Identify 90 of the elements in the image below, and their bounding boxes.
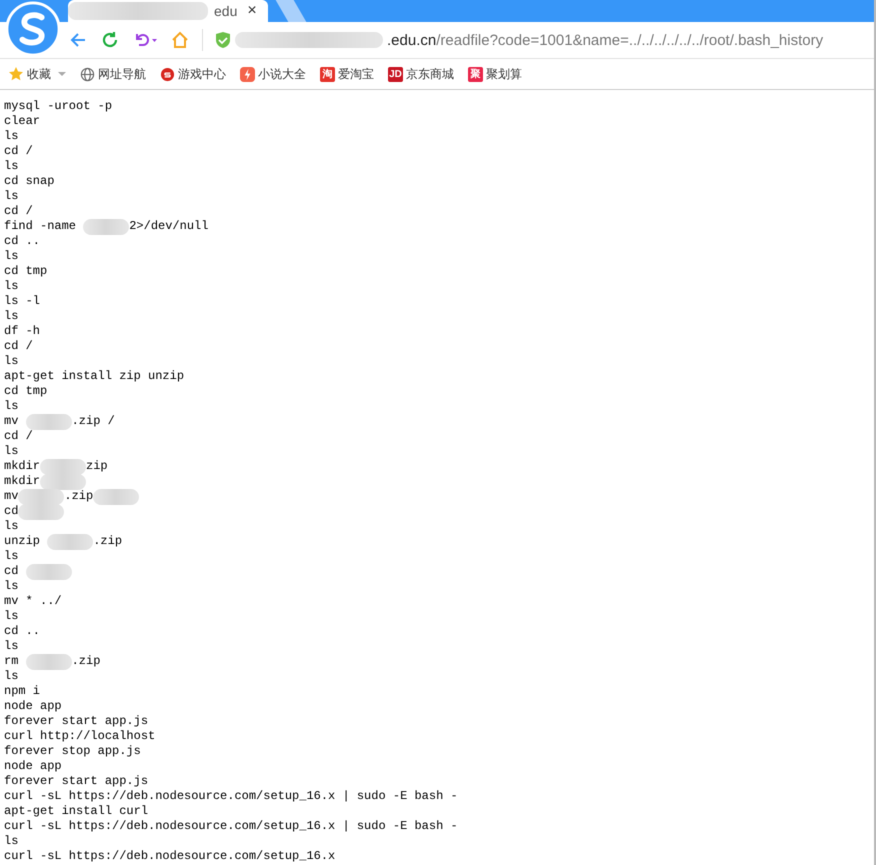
caret-icon[interactable] — [58, 71, 66, 77]
command-text: forever start app.js — [4, 714, 148, 729]
command-text: ls — [4, 189, 18, 204]
command-text: mv — [4, 414, 20, 429]
command-text: ls — [4, 669, 18, 684]
command-text: cd snap — [4, 174, 54, 189]
command-text: .zip — [64, 489, 94, 504]
command-text: df -h — [4, 324, 40, 339]
command-text: ls — [4, 354, 18, 369]
command-text: curl -sL https://deb.nodesource.com/setup_16.x | sudo -E bash - — [4, 819, 458, 834]
command-text: cd tmp — [4, 264, 48, 279]
bookmark-link[interactable]: JD 京东商城 — [388, 66, 454, 82]
tab-title: edu — [214, 3, 238, 19]
command-text: cd / — [4, 144, 33, 159]
redacted-blur — [93, 488, 140, 504]
command-text: ls — [4, 279, 18, 294]
command-text: zip — [86, 459, 108, 474]
address-url[interactable]: .edu.cn/readfile?code=1001&name=../../../../../../root/.bash_history — [387, 32, 824, 48]
command-text: ls — [4, 129, 18, 144]
command-text: find -name — [4, 219, 78, 234]
command-text: ls — [4, 834, 18, 849]
redacted-blur — [47, 534, 94, 550]
browser-logo[interactable] — [5, 1, 61, 57]
game-icon — [160, 66, 175, 82]
command-text: .zip — [93, 534, 122, 549]
command-text: mv * ../ — [4, 594, 62, 609]
brand-badge: 淘 — [320, 66, 335, 82]
command-text: mkdir — [4, 459, 40, 474]
command-text: ls — [4, 309, 18, 324]
redacted-blur — [26, 564, 72, 580]
command-text: .zip — [72, 654, 100, 669]
command-text: mysql -uroot -p — [4, 99, 112, 114]
command-text: mkdir — [4, 474, 40, 489]
command-text: cd .. — [4, 624, 40, 639]
command-text: ls — [4, 519, 18, 534]
command-text: curl http://localhost — [4, 729, 156, 744]
globe-icon — [80, 66, 95, 82]
redacted-blur — [18, 504, 64, 520]
redacted-blur — [26, 414, 72, 430]
novel-icon — [240, 66, 255, 82]
bookmark-link[interactable]: 网址导航 — [80, 66, 146, 82]
command-text: cd / — [4, 204, 33, 219]
command-text: forever start app.js — [4, 774, 148, 789]
redacted-blur — [40, 474, 86, 490]
command-text: .zip / — [72, 414, 115, 429]
redacted-blur — [83, 218, 130, 234]
command-text: ls — [4, 609, 18, 624]
refresh-icon[interactable] — [100, 30, 120, 50]
command-text: mv — [4, 489, 18, 504]
command-text: ls -l — [4, 294, 40, 309]
command-text: cd — [4, 564, 20, 579]
bookmark-link[interactable]: 收藏 — [8, 66, 66, 82]
command-text: curl -sL https://deb.nodesource.com/setup_16.x | sudo -E bash - — [4, 789, 458, 804]
redacted-blur — [18, 488, 64, 504]
command-text: cd / — [4, 429, 33, 444]
star-icon — [8, 66, 24, 82]
bookmark-link[interactable]: 小说大全 — [240, 66, 306, 82]
command-text: ls — [4, 249, 18, 264]
command-text: npm i — [4, 684, 40, 699]
command-text: ls — [4, 549, 18, 564]
command-text: ls — [4, 399, 18, 414]
shield-icon — [215, 31, 231, 49]
command-text: forever stop app.js — [4, 744, 141, 759]
command-text: cd .. — [4, 234, 40, 249]
redacted-blur — [40, 458, 86, 474]
command-text: unzip — [4, 534, 42, 549]
bookmark-link[interactable]: 淘 爱淘宝 — [320, 66, 374, 82]
command-text: cd — [4, 504, 18, 519]
command-text: apt-get install zip unzip — [4, 369, 184, 384]
home-icon[interactable] — [170, 30, 190, 50]
command-text: rm — [4, 654, 20, 669]
command-text: curl -sL https://deb.nodesource.com/setup_16.x — [4, 849, 336, 864]
command-text: ls — [4, 639, 18, 654]
bookmark-link[interactable]: 聚 聚划算 — [468, 66, 522, 82]
command-text: 2>/dev/null — [129, 219, 208, 234]
command-text: ls — [4, 444, 18, 459]
brand-badge: JD — [388, 66, 403, 82]
command-text: node app — [4, 759, 62, 774]
close-icon[interactable]: × — [247, 2, 257, 20]
command-text: ls — [4, 579, 18, 594]
command-text: clear — [4, 114, 40, 129]
command-text: cd tmp — [4, 384, 48, 399]
brand-badge: 聚 — [468, 66, 483, 82]
command-text: ls — [4, 159, 18, 174]
command-text: cd / — [4, 339, 33, 354]
redacted-blur — [26, 654, 72, 670]
bookmark-link[interactable]: 游戏中心 — [160, 66, 226, 82]
command-text: apt-get install curl — [4, 804, 148, 819]
command-text: node app — [4, 699, 62, 714]
browser-tab[interactable]: edu × — [68, 0, 268, 22]
